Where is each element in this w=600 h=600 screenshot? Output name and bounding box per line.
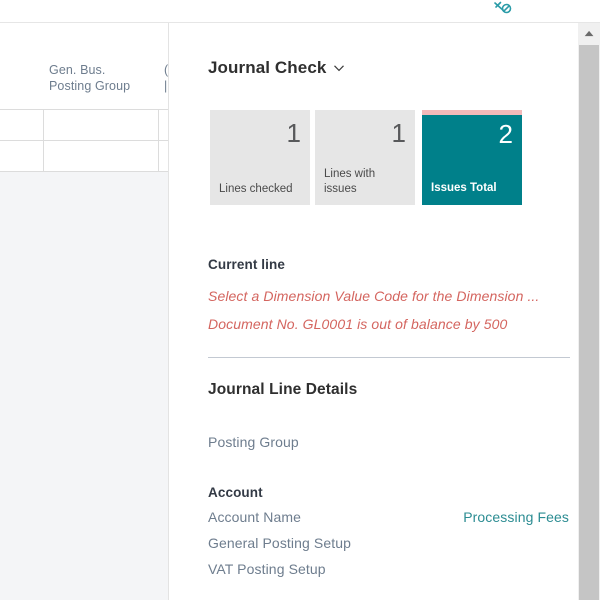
detail-label-vat-posting-setup[interactable]: VAT Posting Setup	[208, 561, 326, 577]
cue-tile-label: Lines checked	[219, 183, 293, 195]
app-root: ting Gen. Bus. Posting Group ( |	[0, 0, 600, 600]
detail-label-posting-group[interactable]: Posting Group	[208, 434, 299, 450]
column-header-gen-bus-posting-group[interactable]: Gen. Bus. Posting Group	[49, 62, 153, 94]
cue-tile-label: Lines with issues	[324, 168, 376, 195]
journal-lines-table: ting Gen. Bus. Posting Group ( |	[0, 23, 169, 172]
current-line-error-message[interactable]: Document No. GL0001 is out of balance by…	[208, 316, 507, 332]
table-row[interactable]	[0, 141, 169, 172]
detail-label-account-name: Account Name	[208, 509, 302, 525]
cue-tile-value: 1	[286, 118, 301, 148]
grid-empty-area	[0, 172, 169, 600]
cue-tile-value: 2	[498, 119, 513, 149]
journal-check-factbox: Journal Check 1 Lines checked 1 Lines wi…	[169, 23, 577, 600]
cell-divider	[158, 141, 159, 171]
journal-line-details-heading: Journal Line Details	[208, 381, 358, 398]
vertical-scrollbar[interactable]	[578, 23, 600, 600]
journal-lines-grid-pane: ting Gen. Bus. Posting Group ( |	[0, 23, 169, 600]
current-line-heading: Current line	[208, 257, 285, 272]
scroll-up-arrow-icon[interactable]	[578, 23, 600, 43]
cue-tile-label: Issues Total	[431, 182, 497, 194]
cue-tile-value: 1	[391, 118, 406, 148]
cell-divider	[43, 141, 44, 171]
cue-tile-lines-with-issues[interactable]: 1 Lines with issues	[315, 110, 415, 205]
factbox-title[interactable]: Journal Check	[208, 58, 345, 78]
cell-divider	[158, 110, 159, 140]
cue-tile-lines-checked[interactable]: 1 Lines checked	[210, 110, 310, 205]
table-row[interactable]	[0, 110, 169, 141]
current-line-error-message[interactable]: Select a Dimension Value Code for the Di…	[208, 288, 539, 304]
detail-label-account: Account	[208, 485, 263, 500]
detail-value-account-name[interactable]: Processing Fees	[463, 509, 569, 525]
section-divider	[208, 357, 570, 358]
column-header-posting-truncated[interactable]: ting	[0, 62, 40, 78]
scrollbar-thumb[interactable]	[579, 45, 599, 600]
table-header-row: ting Gen. Bus. Posting Group ( |	[0, 23, 169, 110]
detail-label-general-posting-setup[interactable]: General Posting Setup	[208, 535, 351, 551]
column-header-line-2: Posting Group	[49, 79, 131, 93]
unpin-icon[interactable]	[492, 0, 514, 18]
factbox-title-label: Journal Check	[208, 58, 327, 77]
column-header-line-1: Gen. Bus.	[49, 63, 106, 77]
cue-tile-issues-total[interactable]: 2 Issues Total	[422, 110, 522, 205]
cell-divider	[43, 110, 44, 140]
chevron-down-icon[interactable]	[333, 62, 345, 74]
